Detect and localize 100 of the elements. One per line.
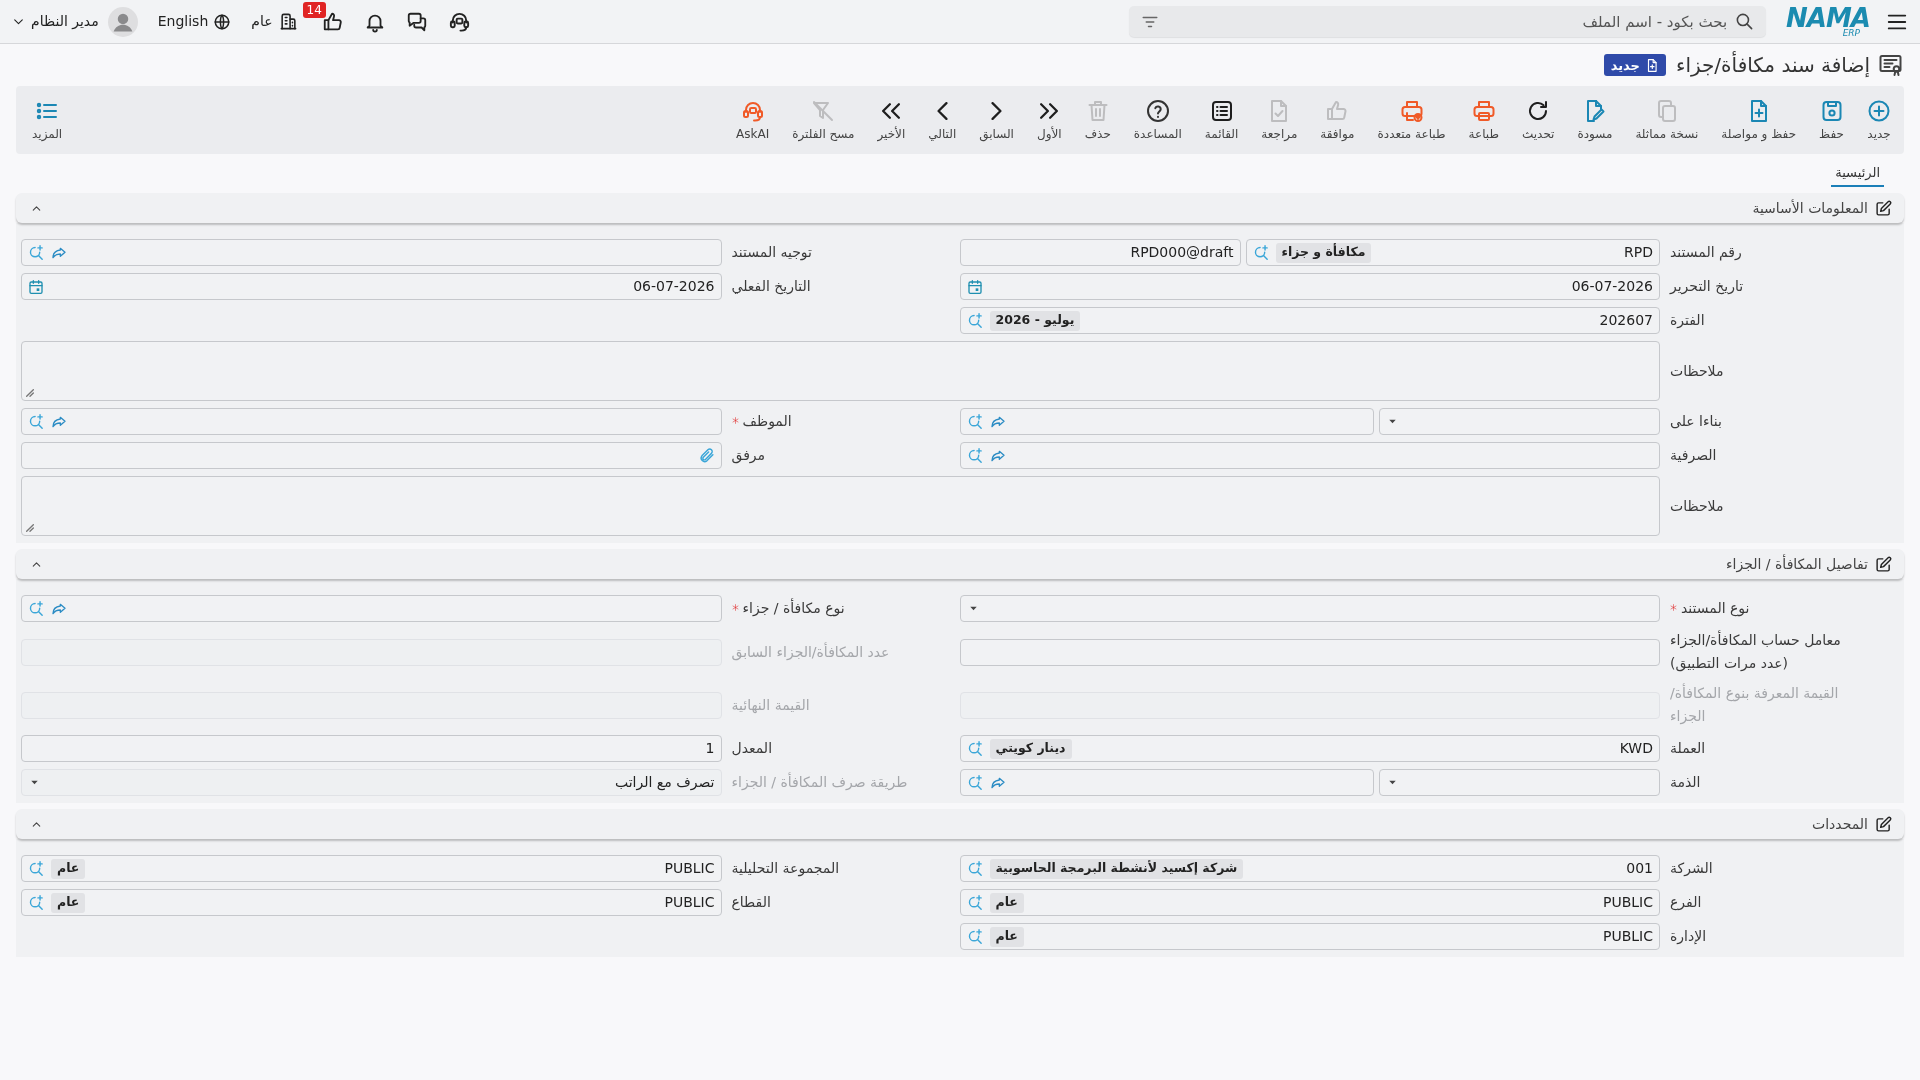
calendar-icon[interactable] bbox=[966, 278, 983, 295]
search-plus-icon[interactable] bbox=[28, 413, 45, 430]
multi-print-button[interactable]: طباعة متعددة bbox=[1368, 97, 1455, 143]
chat-icon[interactable] bbox=[405, 10, 428, 33]
field-label: المجموعة التحليلية bbox=[731, 859, 840, 879]
save-button[interactable]: حفظ bbox=[1810, 97, 1853, 143]
calendar-icon[interactable] bbox=[28, 278, 44, 295]
search-field[interactable]: بحث بكود - اسم الملف bbox=[1129, 6, 1767, 37]
field-label: معامل حساب المكافأة/الجزاء (عدد مرات التطبيق) bbox=[1670, 629, 1842, 674]
search-plus-icon[interactable] bbox=[28, 894, 45, 911]
help-button[interactable]: المساعدة bbox=[1124, 97, 1191, 143]
field-label: نوع مكافأة / جزاء bbox=[742, 597, 845, 619]
section-title: المعلومات الأساسية bbox=[1752, 198, 1868, 219]
textarea-field[interactable] bbox=[21, 476, 1660, 536]
field-label: الفترة bbox=[1670, 311, 1705, 331]
new-button[interactable]: جديد bbox=[1858, 97, 1900, 143]
field-label: نوع المستند bbox=[1681, 599, 1750, 619]
date-field[interactable]: 06-07-2026 bbox=[21, 273, 722, 300]
search-plus-icon[interactable] bbox=[28, 860, 45, 877]
field-label: التاريخ الفعلي bbox=[731, 277, 811, 297]
logo: NAMA ERP bbox=[1786, 5, 1870, 38]
field-label: ملاحظات bbox=[1670, 361, 1724, 381]
dropdown[interactable] bbox=[1379, 769, 1660, 796]
lookup-field[interactable] bbox=[21, 239, 722, 266]
text-field[interactable]: 1 bbox=[21, 735, 722, 762]
field-label: العملة bbox=[1670, 739, 1706, 758]
attachment-field[interactable] bbox=[21, 442, 722, 469]
lookup-description: دينار كويتي bbox=[989, 738, 1072, 759]
search-plus-icon[interactable] bbox=[966, 740, 984, 757]
file-plus-icon bbox=[1645, 57, 1659, 73]
lookup-field[interactable] bbox=[21, 595, 722, 622]
edit-icon bbox=[1875, 815, 1892, 833]
thumbs-up-icon[interactable] bbox=[321, 10, 344, 33]
last-button[interactable]: الأخير bbox=[868, 97, 915, 143]
search-plus-icon[interactable] bbox=[966, 413, 984, 430]
lookup-description: مكافأة و جزاء bbox=[1275, 242, 1372, 263]
field-label: مرفق bbox=[731, 446, 766, 466]
headset-icon[interactable] bbox=[447, 10, 471, 33]
search-plus-icon[interactable] bbox=[966, 312, 984, 329]
dropdown[interactable] bbox=[959, 595, 1660, 622]
lookup-field[interactable] bbox=[959, 769, 1374, 796]
edit-icon bbox=[1875, 199, 1892, 217]
field-label: عدد المكافأة/الجزاء السابق bbox=[731, 641, 890, 663]
search-plus-icon[interactable] bbox=[1252, 244, 1270, 261]
first-button[interactable]: الأول bbox=[1027, 97, 1071, 143]
ask-ai-button[interactable]: AskAI bbox=[727, 97, 779, 143]
language-button[interactable]: English bbox=[157, 11, 232, 32]
paperclip-icon bbox=[697, 447, 715, 464]
text-field[interactable]: RPD000@draft bbox=[959, 239, 1241, 266]
search-plus-icon[interactable] bbox=[28, 244, 45, 261]
search-plus-icon[interactable] bbox=[966, 774, 984, 791]
field-label: الذمة bbox=[1670, 773, 1701, 792]
page-title: إضافة سند مكافأة/جزاء bbox=[1676, 50, 1870, 79]
field-label: تاريخ التحرير bbox=[1670, 277, 1744, 297]
field-label: المعدل bbox=[731, 739, 773, 758]
resize-grip-icon bbox=[26, 389, 34, 397]
field-label: القيمة المعرفة بنوع المكافأة/ الجزاء bbox=[1670, 682, 1840, 727]
resize-grip-icon bbox=[26, 524, 34, 532]
lookup-description: عام bbox=[51, 892, 86, 913]
search-plus-icon[interactable] bbox=[28, 600, 45, 617]
more-button[interactable]: المزيد bbox=[24, 99, 71, 141]
company-button[interactable]: عام bbox=[251, 11, 298, 32]
field-label: ملاحظات bbox=[1670, 496, 1724, 516]
search-plus-icon[interactable] bbox=[966, 447, 984, 464]
edit-icon bbox=[1875, 555, 1892, 573]
text-field[interactable] bbox=[959, 638, 1660, 666]
field-label: توجيه المستند bbox=[731, 243, 812, 263]
textarea-field[interactable] bbox=[21, 341, 1660, 401]
field-label: القيمة النهائية bbox=[731, 695, 810, 715]
lookup-description: عام bbox=[989, 926, 1024, 947]
search-plus-icon[interactable] bbox=[966, 894, 984, 911]
field-label: الصرفية bbox=[1670, 446, 1717, 466]
field-label: رقم المستند bbox=[1670, 243, 1742, 263]
search-input[interactable]: بحث بكود - اسم الملف bbox=[1167, 8, 1728, 35]
notification-count: 14 bbox=[302, 1, 326, 18]
lookup-field[interactable] bbox=[21, 408, 722, 435]
lookup-description: شركة إكسيد لأنشطة البرمجة الحاسوبية bbox=[989, 858, 1244, 879]
field-label: الموظف bbox=[742, 412, 792, 432]
search-plus-icon[interactable] bbox=[966, 860, 984, 877]
lookup-description: يوليو - 2026 bbox=[989, 310, 1081, 331]
field-label: الشركة bbox=[1670, 859, 1713, 879]
avatar-icon bbox=[107, 6, 138, 37]
previous-button[interactable]: السابق bbox=[970, 97, 1023, 143]
dropdown[interactable] bbox=[1379, 408, 1660, 435]
user-menu-button[interactable]: مدير النظام bbox=[12, 11, 99, 32]
lookup-field[interactable] bbox=[959, 408, 1374, 435]
status-text: جديد bbox=[1610, 58, 1640, 72]
date-field[interactable]: 06-07-2026 bbox=[959, 273, 1660, 300]
draft-button[interactable]: مسودة bbox=[1568, 97, 1622, 143]
tab[interactable]: الرئيسية bbox=[1831, 160, 1884, 187]
field-label: الإدارة bbox=[1670, 927, 1707, 947]
search-plus-icon[interactable] bbox=[966, 928, 984, 945]
print-button[interactable]: طباعة bbox=[1459, 97, 1508, 143]
save-and-continue-button[interactable]: حفظ و مواصلة bbox=[1712, 97, 1806, 143]
section-title: تفاصيل المكافأة / الجزاء bbox=[1726, 553, 1868, 575]
lookup-field[interactable] bbox=[959, 442, 1660, 469]
list-button[interactable]: القائمة bbox=[1195, 97, 1248, 143]
next-button[interactable]: التالي bbox=[919, 97, 966, 143]
refresh-button[interactable]: تحديث bbox=[1512, 97, 1564, 143]
lookup-description: عام bbox=[989, 892, 1024, 913]
